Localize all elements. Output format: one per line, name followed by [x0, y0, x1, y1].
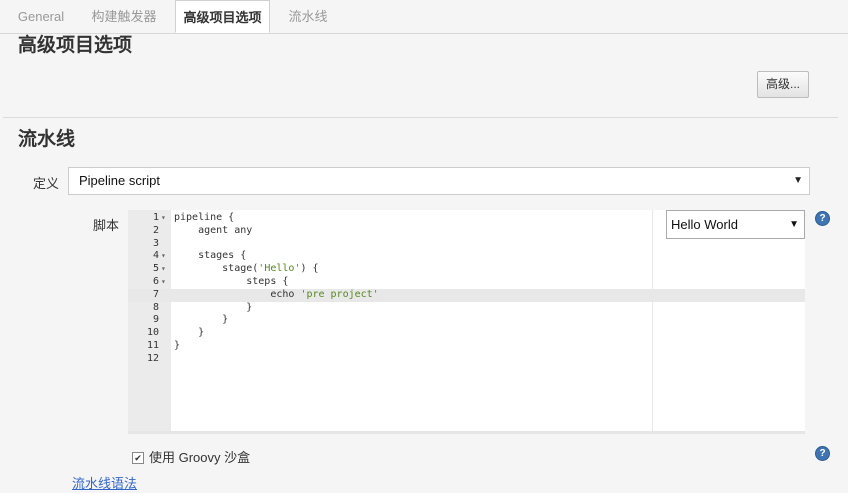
line-number: 7 [152, 288, 159, 300]
advanced-section-title: 高级项目选项 [18, 35, 133, 56]
code-line[interactable]: 7 echo 'pre project' [128, 288, 805, 302]
help-icon[interactable]: ? [815, 446, 830, 461]
tab-bar: General 构建触发器 高级项目选项 流水线 [0, 0, 848, 34]
advanced-button[interactable]: 高级... [757, 71, 809, 98]
pipeline-section-title: 流水线 [18, 129, 76, 150]
chevron-down-icon: ▼ [793, 175, 803, 186]
groovy-sandbox-checkbox[interactable]: ✔ [132, 452, 144, 464]
definition-select-value: Pipeline script [79, 173, 160, 188]
tab-build-triggers[interactable]: 构建触发器 [82, 0, 166, 33]
code-line[interactable]: 9 } [128, 314, 805, 327]
code-text: agent any [174, 224, 253, 236]
code-text: } [174, 314, 229, 326]
code-text: } [174, 339, 181, 351]
code-line[interactable]: 10 } [128, 327, 805, 340]
help-icon[interactable]: ? [815, 211, 830, 226]
tab-advanced-project-options[interactable]: 高级项目选项 [175, 0, 270, 33]
code-line[interactable]: 3 [128, 238, 805, 251]
code-text: stage('Hello') { [174, 263, 319, 275]
sample-select-value: Hello World [671, 217, 738, 232]
line-number: 11 [146, 339, 159, 351]
line-number: 9 [152, 314, 159, 326]
code-text: } [174, 327, 205, 339]
code-line[interactable]: 4 ▾ stages { [128, 250, 805, 263]
code-text: echo 'pre project' [174, 288, 379, 300]
code-text: steps { [174, 275, 289, 287]
code-line[interactable]: 5 ▾ stage('Hello') { [128, 263, 805, 276]
definition-label: 定义 [33, 176, 60, 191]
code-text: } [174, 301, 253, 313]
fold-toggle-icon[interactable]: ▾ [161, 250, 169, 263]
code-line[interactable]: 6 ▾ steps { [128, 276, 805, 289]
fold-toggle-icon[interactable]: ▾ [161, 276, 169, 289]
code-line[interactable]: 8 } [128, 302, 805, 315]
line-number: 5 [152, 263, 159, 275]
groovy-sandbox-label: 使用 Groovy 沙盒 [149, 450, 251, 465]
fold-toggle-icon[interactable]: ▾ [161, 212, 169, 225]
section-divider [3, 117, 838, 118]
line-number: 10 [146, 327, 159, 339]
sample-script-select[interactable]: Hello World ▼ [666, 210, 805, 239]
line-number: 1 [152, 212, 159, 223]
tab-general[interactable]: General [6, 0, 76, 33]
line-number: 12 [146, 352, 159, 364]
chevron-down-icon: ▼ [789, 219, 799, 230]
script-editor[interactable]: 1 ▾ pipeline {2 agent any 3 4 ▾ stages {5 ▾ st… [128, 210, 805, 434]
definition-select[interactable]: Pipeline script ▼ [68, 167, 810, 195]
script-label: 脚本 [93, 218, 120, 233]
code-line[interactable]: 12 [128, 353, 805, 366]
code-line[interactable]: 11} [128, 340, 805, 353]
line-number: 3 [152, 237, 159, 249]
line-number: 2 [152, 224, 159, 236]
line-number: 6 [152, 275, 159, 287]
fold-toggle-icon[interactable]: ▾ [161, 263, 169, 276]
code-text: stages { [174, 250, 247, 262]
code-text: pipeline { [174, 212, 235, 223]
tab-pipeline[interactable]: 流水线 [280, 0, 336, 33]
line-number: 8 [152, 301, 159, 313]
pipeline-syntax-link[interactable]: 流水线语法 [72, 473, 137, 492]
line-number: 4 [152, 250, 159, 262]
